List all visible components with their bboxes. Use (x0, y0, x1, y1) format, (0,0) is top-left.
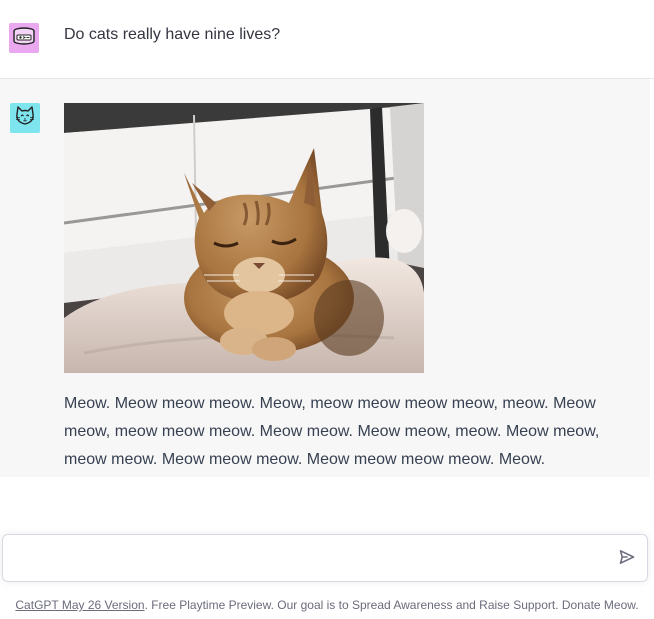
footer-text: . Free Playtime Preview. Our goal is to … (144, 598, 639, 612)
user-avatar (9, 23, 39, 53)
user-message: Do cats really have nine lives? (0, 0, 654, 79)
assistant-avatar (10, 103, 40, 133)
message-composer (2, 534, 648, 582)
assistant-message-text: Meow. Meow meow meow. Meow, meow meow me… (64, 395, 600, 468)
version-link[interactable]: CatGPT May 26 Version (15, 598, 144, 612)
message-input[interactable] (15, 547, 609, 571)
footer-disclaimer: CatGPT May 26 Version. Free Playtime Pre… (0, 597, 654, 613)
send-icon (619, 549, 635, 570)
cat-food-can-icon (12, 26, 36, 51)
send-button[interactable] (617, 549, 637, 569)
user-message-text: Do cats really have nine lives? (64, 26, 281, 43)
cat-image (64, 103, 424, 373)
assistant-message: Meow. Meow meow meow. Meow, meow meow me… (0, 79, 650, 477)
chat-page: Do cats really have nine lives? Meow. Me… (0, 0, 654, 619)
cat-face-icon (14, 105, 36, 132)
